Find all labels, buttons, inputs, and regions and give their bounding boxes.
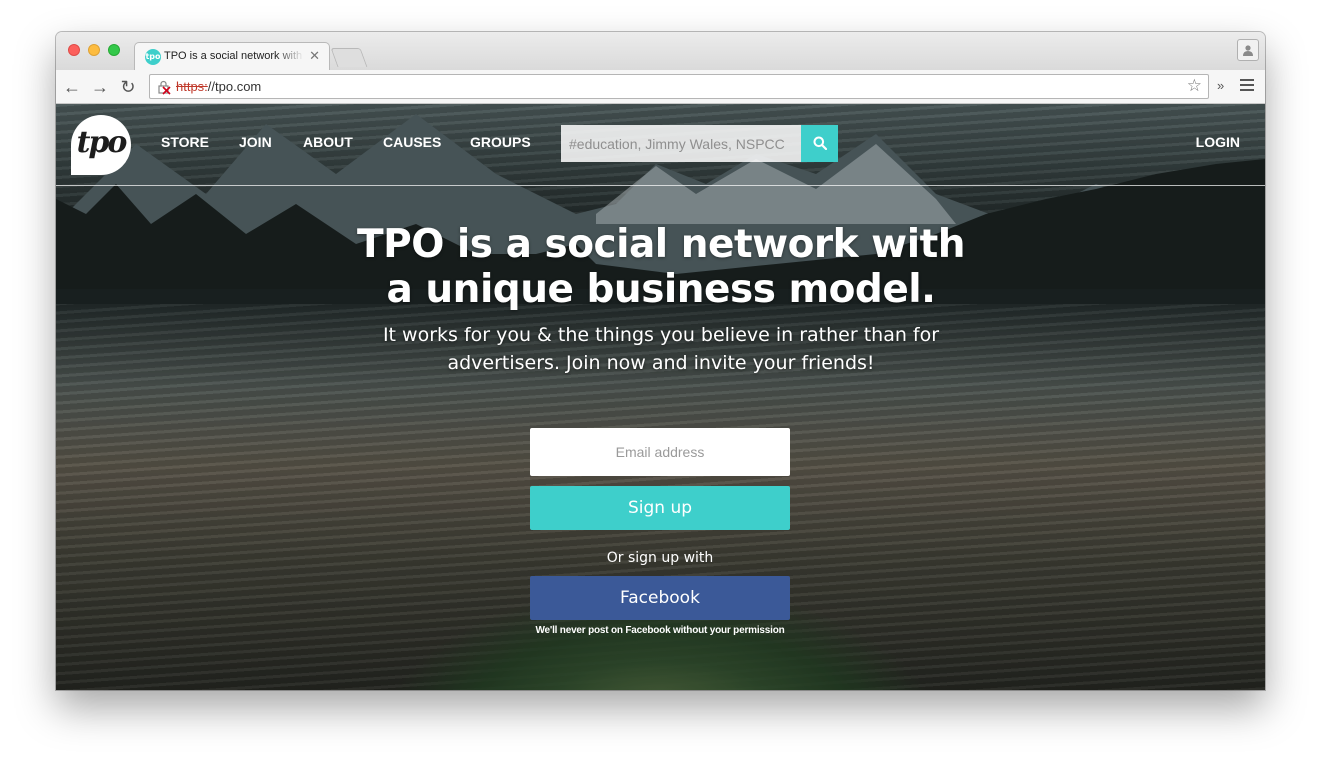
search-icon <box>813 136 827 150</box>
browser-window: tpo TPO is a social network with a uniqu… <box>56 32 1265 690</box>
nav-groups[interactable]: GROUPS <box>470 134 531 150</box>
new-tab-button[interactable] <box>330 48 368 67</box>
nav-about[interactable]: ABOUT <box>303 134 353 150</box>
reload-icon[interactable]: ↻ <box>118 77 138 97</box>
address-bar[interactable]: https://tpo.com ☆ <box>149 74 1209 99</box>
close-window-button[interactable] <box>68 44 80 56</box>
nav-store[interactable]: STORE <box>161 134 209 150</box>
sign-up-button[interactable]: Sign up <box>530 486 790 530</box>
facebook-signup-button[interactable]: Facebook <box>530 576 790 620</box>
tab-title: TPO is a social network with a unique bu… <box>164 50 304 62</box>
headline-line-2: a unique business model. <box>386 267 936 312</box>
person-icon <box>1243 45 1253 56</box>
nav-join[interactable]: JOIN <box>239 134 272 150</box>
nav-causes[interactable]: CAUSES <box>383 134 441 150</box>
logo-text: tpo <box>76 125 128 160</box>
browser-tab[interactable]: tpo TPO is a social network with a uniqu… <box>134 42 330 70</box>
insecure-lock-icon <box>158 80 171 95</box>
minimize-window-button[interactable] <box>88 44 100 56</box>
search-input[interactable] <box>561 125 801 162</box>
subheadline-line-1: It works for you & the things you believ… <box>382 324 940 346</box>
bookmark-star-icon[interactable]: ☆ <box>1187 76 1202 96</box>
url-scheme: https: <box>176 79 208 94</box>
tpo-logo[interactable]: tpo <box>71 115 131 175</box>
login-link[interactable]: LOGIN <box>1196 134 1240 150</box>
zoom-window-button[interactable] <box>108 44 120 56</box>
forward-arrow-icon[interactable]: → <box>90 77 110 97</box>
tab-strip: tpo TPO is a social network with a uniqu… <box>56 32 1265 70</box>
search-button[interactable] <box>801 125 838 162</box>
url-host: //tpo.com <box>207 79 262 94</box>
hamburger-menu-icon[interactable] <box>1240 79 1254 94</box>
browser-toolbar: ← → ↻ https://tpo.com ☆ » <box>56 70 1265 104</box>
back-arrow-icon[interactable]: ← <box>62 77 82 97</box>
email-field[interactable] <box>530 428 790 476</box>
tpo-favicon-icon: tpo <box>145 49 161 65</box>
profile-button[interactable] <box>1237 39 1259 61</box>
subheadline-line-2: advertisers. Join now and invite your fr… <box>447 352 875 374</box>
site-navbar: tpo STORE JOIN ABOUT CAUSES GROUPS LOGIN <box>56 104 1265 186</box>
headline-line-1: TPO is a social network with <box>357 222 965 267</box>
page-viewport: tpo STORE JOIN ABOUT CAUSES GROUPS LOGIN… <box>56 104 1265 690</box>
tab-close-icon[interactable]: ✕ <box>309 48 320 64</box>
hero-subheadline: It works for you & the things you believ… <box>356 321 966 377</box>
hero-headline: TPO is a social network with a unique bu… <box>311 222 1011 312</box>
url-text: https://tpo.com <box>176 79 261 94</box>
or-sign-up-label: Or sign up with <box>606 550 714 566</box>
extensions-overflow-icon[interactable]: » <box>1217 78 1224 93</box>
facebook-permission-note: We'll never post on Facebook without you… <box>535 625 785 636</box>
